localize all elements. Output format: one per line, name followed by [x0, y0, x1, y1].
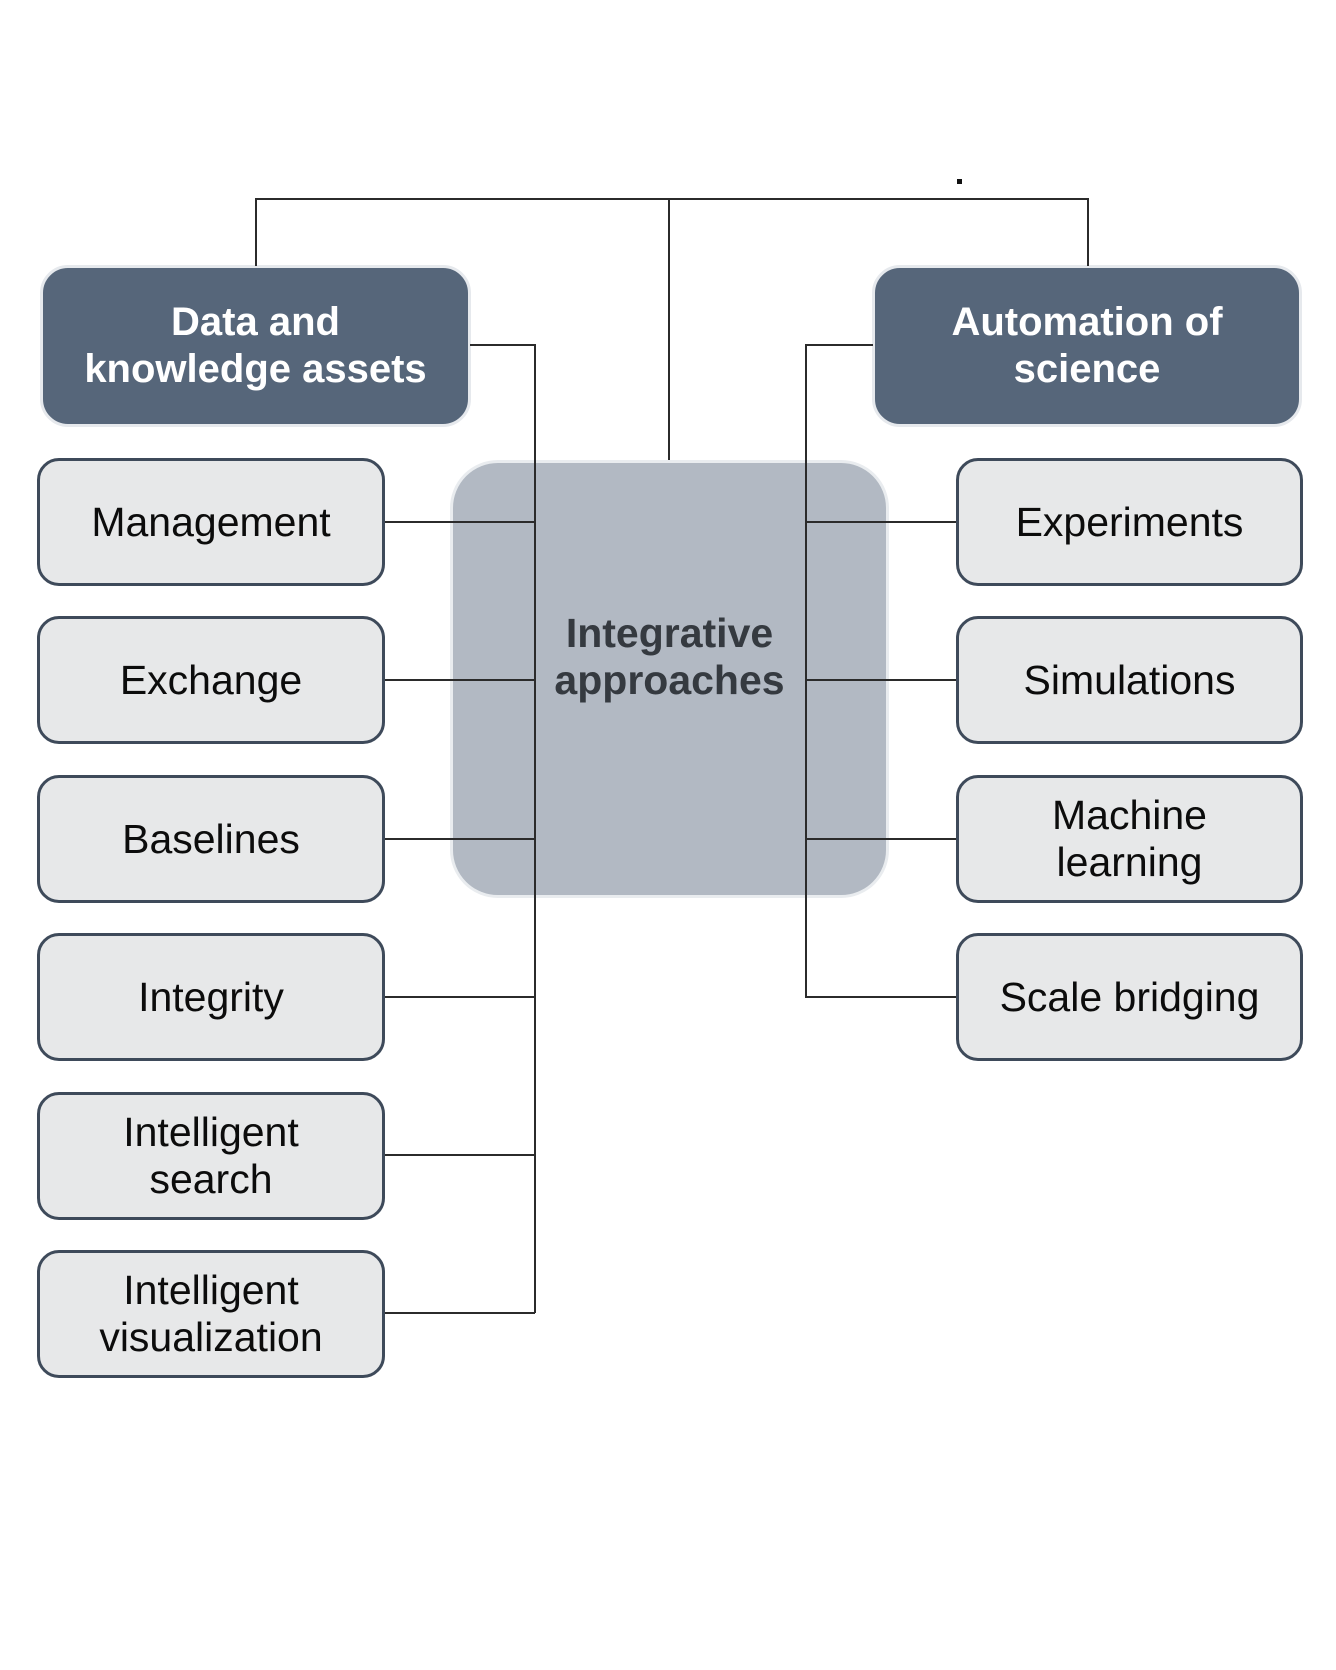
- center-line1: Integrative: [565, 610, 774, 656]
- item-label-line1: Machine: [1052, 792, 1207, 838]
- item-label-line1: Intelligent: [123, 1109, 299, 1155]
- header-data-knowledge-assets: Data and knowledge assets: [40, 265, 471, 427]
- right-item-scale-bridging: Scale bridging: [956, 933, 1303, 1061]
- header-automation-of-science: Automation of science: [872, 265, 1302, 427]
- item-label: Baselines: [122, 815, 300, 862]
- right-item-experiments: Experiments: [956, 458, 1303, 586]
- item-label: Experiments: [1015, 498, 1244, 545]
- right-item-simulations: Simulations: [956, 616, 1303, 744]
- left-item-baselines: Baselines: [37, 775, 385, 903]
- header-right-line2: science: [1013, 347, 1161, 391]
- left-item-exchange: Exchange: [37, 616, 385, 744]
- center-integrative-approaches: Integrative approaches: [450, 460, 889, 898]
- item-label: Simulations: [1023, 656, 1236, 703]
- item-label-line1: Intelligent: [123, 1267, 299, 1313]
- left-item-intelligent-search: Intelligent search: [37, 1092, 385, 1220]
- item-label-line2: learning: [1056, 839, 1203, 885]
- item-label: Management: [91, 498, 331, 545]
- left-item-intelligent-visualization: Intelligent visualization: [37, 1250, 385, 1378]
- header-left-line2: knowledge assets: [84, 347, 427, 391]
- item-label: Exchange: [119, 656, 303, 703]
- center-line2: approaches: [554, 657, 785, 703]
- item-label: Integrity: [138, 973, 284, 1020]
- left-item-management: Management: [37, 458, 385, 586]
- item-label-line2: search: [149, 1156, 273, 1202]
- top-connector: [255, 198, 1089, 266]
- header-right-line1: Automation of: [951, 300, 1223, 344]
- right-item-machine-learning: Machine learning: [956, 775, 1303, 903]
- left-item-integrity: Integrity: [37, 933, 385, 1061]
- item-label-line2: visualization: [99, 1314, 323, 1360]
- header-left-line1: Data and: [171, 300, 340, 344]
- item-label: Scale bridging: [999, 973, 1260, 1020]
- stray-dot: [957, 179, 962, 184]
